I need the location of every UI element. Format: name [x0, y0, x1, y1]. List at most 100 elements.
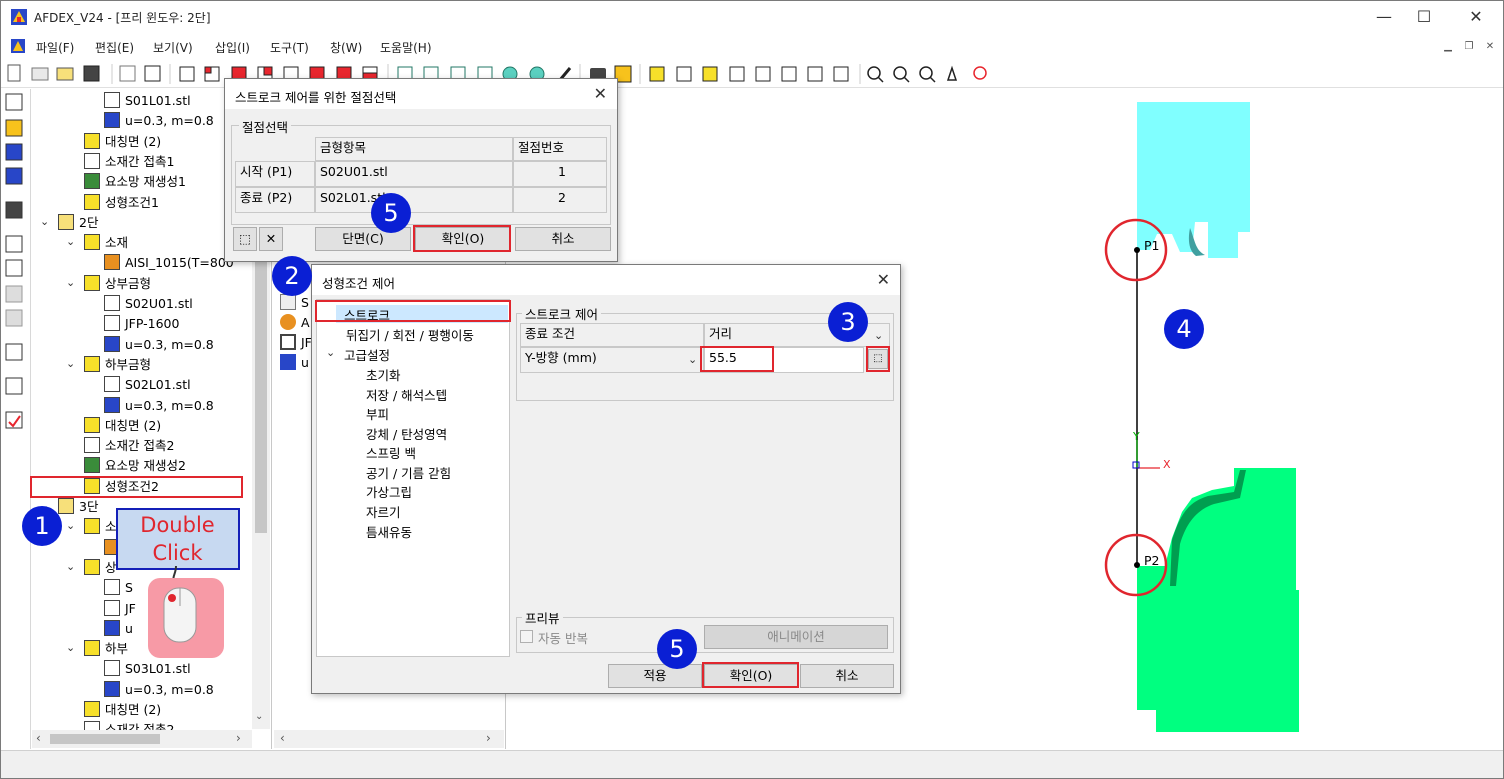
- tree-item[interactable]: u=0.3, m=0.8: [104, 680, 214, 700]
- import-icon: [119, 65, 136, 82]
- tree-item[interactable]: JFP-1600: [104, 314, 179, 334]
- chevron-down-icon[interactable]: ⌄: [66, 519, 75, 532]
- upper-die-icon: [84, 558, 100, 575]
- cond-tree-item-save[interactable]: 저장 / 해석스텝: [366, 385, 447, 404]
- mdi-close-button[interactable]: ✕: [1482, 40, 1498, 54]
- tree-item[interactable]: S03L01.stl: [104, 659, 191, 679]
- list-item[interactable]: JF: [280, 333, 312, 353]
- chevron-down-icon[interactable]: ⌄: [66, 560, 75, 573]
- tree-item[interactable]: u=0.3, m=0.8: [104, 335, 214, 355]
- tree-item[interactable]: JF: [104, 599, 136, 619]
- chevron-down-icon[interactable]: ⌄: [66, 641, 75, 654]
- chevron-down-icon[interactable]: ⌄: [40, 215, 49, 228]
- cond-tree-item-init[interactable]: 초기화: [366, 365, 401, 384]
- apply-button[interactable]: 적용: [608, 664, 702, 688]
- press-icon: [104, 315, 120, 332]
- callout-tree-box: [30, 476, 243, 498]
- animation-button[interactable]: 애니메이션: [704, 625, 888, 649]
- remesh-icon: [84, 457, 100, 474]
- menu-insert[interactable]: 삽입(I): [215, 39, 250, 56]
- close-button[interactable]: ✕: [1456, 6, 1496, 28]
- tree-item-label: S01L01.stl: [125, 93, 191, 108]
- pick-node-button[interactable]: ⬚: [233, 227, 257, 251]
- cond-tree-item-advanced[interactable]: 고급설정: [344, 345, 390, 364]
- tree-item-label: AISI_1015(T=800: [125, 255, 234, 271]
- cond-dialog-close-button[interactable]: ✕: [877, 270, 890, 289]
- cond-tree-item-cut[interactable]: 자르기: [366, 502, 401, 521]
- property-horizontal-scrollbar[interactable]: ‹ ›: [274, 730, 504, 748]
- tree-item[interactable]: 대칭면 (2): [84, 416, 161, 436]
- chevron-down-icon[interactable]: ⌄: [66, 235, 75, 248]
- auto-repeat-checkbox[interactable]: [520, 630, 533, 643]
- tree-item[interactable]: 하부: [84, 639, 128, 659]
- row-end-mold[interactable]: S02L01.stl: [315, 187, 513, 213]
- list-item[interactable]: S: [280, 293, 309, 313]
- list-item[interactable]: u: [280, 353, 309, 373]
- row-end-node[interactable]: 2: [513, 187, 607, 213]
- tree-item[interactable]: 상부금형: [84, 274, 151, 294]
- menu-edit[interactable]: 편집(E): [95, 39, 134, 56]
- tree-item-label: 소재간 접촉1: [105, 153, 175, 169]
- tree-item[interactable]: u=0.3, m=0.8: [104, 396, 214, 416]
- cond-cancel-button[interactable]: 취소: [800, 664, 894, 688]
- tree-item-label: JFP-1600: [125, 316, 180, 332]
- tree-item[interactable]: u=0.3, m=0.8: [104, 111, 214, 131]
- row-start-node[interactable]: 1: [513, 161, 607, 187]
- tree-item[interactable]: 요소망 재생성1: [84, 172, 186, 192]
- chevron-down-icon[interactable]: ⌄: [66, 357, 75, 370]
- tree-item[interactable]: 소: [84, 517, 117, 537]
- step-badge-5a: 5: [371, 193, 411, 233]
- cond-tree-item-flip[interactable]: 뒤집기 / 회전 / 평행이동: [346, 325, 474, 344]
- maximize-button[interactable]: ☐: [1404, 6, 1444, 28]
- tree-item[interactable]: 대칭면 (2): [84, 132, 161, 152]
- direction-select[interactable]: Y-방향 (mm): [520, 347, 704, 373]
- tree-item[interactable]: S01L01.stl: [104, 91, 191, 111]
- tree-item[interactable]: S02L01.stl: [104, 375, 191, 395]
- double-click-line-1: Double: [140, 513, 215, 537]
- tree-item[interactable]: 성형조건1: [84, 193, 159, 213]
- die-file-icon: [104, 579, 120, 596]
- cond-tree-item-springback[interactable]: 스프링 백: [366, 443, 416, 462]
- node-cancel-button[interactable]: 취소: [515, 227, 611, 251]
- tree-item[interactable]: 상: [84, 558, 117, 578]
- tree-item[interactable]: u: [104, 619, 133, 639]
- status-bar: [1, 750, 1503, 778]
- p1-label: P1: [1144, 238, 1160, 253]
- row-start-mold[interactable]: S02U01.stl: [315, 161, 513, 187]
- cond-tree-item-rigid[interactable]: 강체 / 탄성영역: [366, 424, 447, 443]
- clear-node-button[interactable]: ✕: [259, 227, 283, 251]
- menu-window[interactable]: 창(W): [330, 39, 362, 56]
- tree-item[interactable]: 대칭면 (2): [84, 700, 161, 720]
- mdi-minimize-button[interactable]: ▁: [1440, 40, 1456, 54]
- menu-file[interactable]: 파일(F): [36, 39, 74, 56]
- double-click-line-2: Click: [152, 541, 203, 565]
- die-geometry: [1104, 102, 1299, 732]
- list-item[interactable]: A: [280, 313, 310, 333]
- tree-item[interactable]: 3단: [58, 497, 98, 517]
- cond-tree-item-gapflow[interactable]: 틈새유동: [366, 522, 412, 541]
- mdi-restore-button[interactable]: ❐: [1461, 40, 1477, 54]
- cond-tree-item-grip[interactable]: 가상그립: [366, 482, 412, 501]
- tree-horizontal-scrollbar[interactable]: ‹ ›: [32, 730, 252, 748]
- menu-tools[interactable]: 도구(T): [270, 39, 309, 56]
- menu-help[interactable]: 도움말(H): [380, 39, 432, 56]
- tree-item[interactable]: 소재간 접촉1: [84, 152, 174, 172]
- tree-item[interactable]: 소재: [84, 233, 128, 253]
- tree-item[interactable]: 2단: [58, 213, 98, 233]
- tree-item[interactable]: 소재간 접촉2: [84, 436, 174, 456]
- tree-item[interactable]: 하부금형: [84, 355, 151, 375]
- chevron-down-icon[interactable]: ⌄: [66, 276, 75, 289]
- cond-dialog-title: 성형조건 제어: [322, 276, 395, 291]
- app-logo-icon: [11, 9, 27, 25]
- cond-tree-item-air[interactable]: 공기 / 기름 갇힘: [366, 463, 451, 482]
- minimize-button[interactable]: —: [1364, 6, 1404, 28]
- material-icon: [84, 518, 100, 535]
- tree-item[interactable]: AISI_1015(T=800: [104, 253, 234, 273]
- menu-view[interactable]: 보기(V): [153, 39, 193, 56]
- node-dialog-close-button[interactable]: ✕: [594, 84, 607, 103]
- tree-item[interactable]: S02U01.stl: [104, 294, 193, 314]
- cond-tree-item-volume[interactable]: 부피: [366, 404, 389, 423]
- tree-item[interactable]: S: [104, 578, 133, 598]
- material-icon: [84, 234, 100, 251]
- tree-item[interactable]: 요소망 재생성2: [84, 456, 186, 476]
